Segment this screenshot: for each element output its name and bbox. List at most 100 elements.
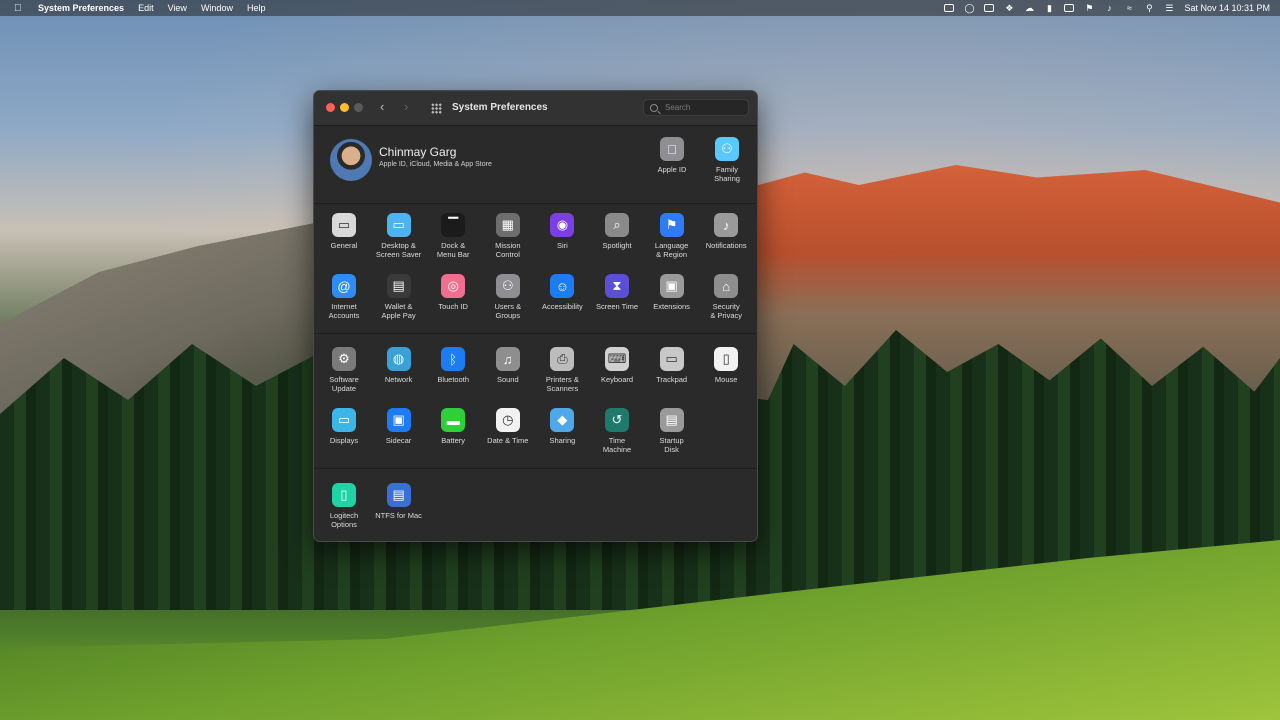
pane-language-region[interactable]: ⚑ Language & Region (645, 213, 699, 259)
pane-siri[interactable]: ◉ Siri (535, 213, 589, 250)
pane-displays[interactable]: ▭ Displays (317, 408, 371, 445)
zoom-button[interactable] (354, 103, 363, 112)
menu-window[interactable]: Window (201, 3, 233, 13)
pane-label: Mission Control (495, 241, 521, 259)
pane-spotlight[interactable]: ⌕ Spotlight (590, 213, 644, 250)
trackpad-icon: ▭ (659, 347, 684, 371)
dropbox-icon[interactable]: ❖ (1004, 3, 1014, 13)
pane-label: Security & Privacy (710, 302, 743, 320)
control-center-icon[interactable]: ☰ (1164, 3, 1174, 13)
pane-extensions[interactable]: ▣ Extensions (645, 274, 699, 311)
pane-sound[interactable]: ♫ Sound (481, 347, 535, 384)
cloud-icon[interactable]: ☁ (1024, 3, 1034, 13)
pane-logitech-options[interactable]: ▯ Logitech Options (317, 483, 371, 529)
pane-wallet-apple-pay[interactable]: ▤ Wallet & Apple Pay (372, 274, 426, 320)
close-button[interactable] (326, 103, 335, 112)
pane-family-sharing[interactable]: ⚇ Family Sharing (700, 137, 754, 183)
pane-label: Sidecar (385, 436, 412, 445)
pane-label: Spotlight (602, 241, 632, 250)
menu-app-name[interactable]: System Preferences (38, 3, 124, 13)
pane-users-groups[interactable]: ⚇ Users & Groups (481, 274, 535, 320)
pane-software-update[interactable]: ⚙ Software Update (317, 347, 371, 393)
pane-battery[interactable]: ▬ Battery (426, 408, 480, 445)
battery-status-icon[interactable] (1064, 4, 1075, 12)
pane-security-privacy[interactable]: ⌂ Security & Privacy (699, 274, 753, 320)
menu-view[interactable]: View (168, 3, 187, 13)
family-icon: ⚇ (715, 137, 739, 161)
pane-desktop-screen-saver[interactable]: ▭ Desktop & Screen Saver (372, 213, 426, 259)
pane-label: Logitech Options (329, 511, 359, 529)
divider (314, 333, 757, 334)
printer-icon: ⎙ (550, 347, 575, 371)
pane-label: Desktop & Screen Saver (375, 241, 422, 259)
gear-icon: ⚙ (332, 347, 356, 371)
siri-icon: ◉ (550, 213, 575, 237)
pane-sidecar[interactable]: ▣ Sidecar (372, 408, 426, 445)
show-all-grid-icon[interactable] (431, 103, 442, 114)
pane-sharing[interactable]: ◆ Sharing (535, 408, 589, 445)
system-preferences-window: ‹ › System Preferences Chinmay Garg Appl… (313, 90, 758, 542)
account-subtitle: Apple ID, iCloud, Media & App Store (379, 161, 492, 168)
pane-label: Dock & Menu Bar (436, 241, 470, 259)
users-icon: ⚇ (495, 274, 520, 298)
pane-label: Date & Time (487, 436, 529, 445)
shield-icon[interactable]: ◯ (964, 3, 974, 13)
ntfs-icon: ▤ (386, 483, 411, 507)
volume-icon[interactable]: ♪ (1104, 3, 1114, 13)
wifi-icon[interactable]: ≈ (1124, 3, 1134, 13)
time-machine-icon: ↺ (605, 408, 629, 432)
dock-icon: ▔ (441, 213, 466, 237)
search-field[interactable] (643, 99, 749, 116)
pane-printers-scanners[interactable]: ⎙ Printers & Scanners (535, 347, 589, 393)
pane-label: Sound (496, 375, 519, 384)
pane-startup-disk[interactable]: ▤ Startup Disk (645, 408, 699, 454)
screen-record-icon[interactable] (944, 4, 955, 12)
mission-control-icon: ▦ (495, 213, 520, 237)
pane-network[interactable]: ◍ Network (372, 347, 426, 384)
pane-mission-control[interactable]: ▦ Mission Control (481, 213, 535, 259)
minimize-button[interactable] (340, 103, 349, 112)
pane-mouse[interactable]: ▯ Mouse (699, 347, 753, 384)
pane-trackpad[interactable]: ▭ Trackpad (645, 347, 699, 384)
apple-id-account[interactable]: Chinmay Garg Apple ID, iCloud, Media & A… (330, 139, 620, 185)
menu-help[interactable]: Help (247, 3, 266, 13)
mouse-icon: ▯ (714, 347, 739, 371)
apple-menu-icon[interactable]:  (14, 3, 26, 14)
title-bar[interactable]: ‹ › System Preferences (314, 91, 757, 126)
menu-clock[interactable]: Sat Nov 14 10:31 PM (1184, 3, 1270, 13)
pane-dock-menu-bar[interactable]: ▔ Dock & Menu Bar (426, 213, 480, 259)
spotlight-search-icon[interactable]: ⚲ (1144, 3, 1154, 13)
pane-label: General (330, 241, 358, 250)
network-globe-icon: ◍ (386, 347, 411, 371)
pane-label: Extensions (653, 302, 690, 311)
pane-internet-accounts[interactable]: @ Internet Accounts (317, 274, 371, 320)
pane-label: NTFS for Mac (375, 511, 422, 520)
pane-date-time[interactable]: ◷ Date & Time (481, 408, 535, 445)
pane-ntfs-for-mac[interactable]: ▤ NTFS for Mac (372, 483, 426, 520)
flag-icon[interactable]: ⚑ (1084, 3, 1094, 13)
pane-label: Startup Disk (659, 436, 684, 454)
sharing-folder-icon: ◆ (550, 408, 575, 432)
pane-label: Keyboard (600, 375, 634, 384)
battery-icon: ▬ (441, 408, 466, 432)
pane-bluetooth[interactable]: ᛒ Bluetooth (426, 347, 480, 384)
pane-keyboard[interactable]: ⌨ Keyboard (590, 347, 644, 384)
pane-label: Software Update (329, 375, 359, 393)
forward-chevron-icon[interactable]: › (404, 99, 408, 114)
pane-label: Language & Region (654, 241, 689, 259)
pane-accessibility[interactable]: ☺ Accessibility (535, 274, 589, 311)
menu-edit[interactable]: Edit (138, 3, 154, 13)
back-chevron-icon[interactable]: ‹ (380, 99, 384, 114)
pane-general[interactable]: ▭ General (317, 213, 371, 250)
search-input[interactable] (663, 102, 747, 113)
pane-time-machine[interactable]: ↺ Time Machine (590, 408, 644, 454)
pane-label: Notifications (705, 241, 747, 250)
pane-screen-time[interactable]: ⧗ Screen Time (590, 274, 644, 311)
pane-apple-id[interactable]:  Apple ID (645, 137, 699, 174)
pane-notifications[interactable]: ♪ Notifications (699, 213, 753, 250)
sidebar-status-icon[interactable]: ▮ (1044, 3, 1054, 13)
keyboard-status-icon[interactable] (984, 4, 995, 12)
pane-touch-id[interactable]: ◎ Touch ID (426, 274, 480, 311)
avatar[interactable] (330, 139, 372, 181)
globe-flag-icon: ⚑ (659, 213, 684, 237)
